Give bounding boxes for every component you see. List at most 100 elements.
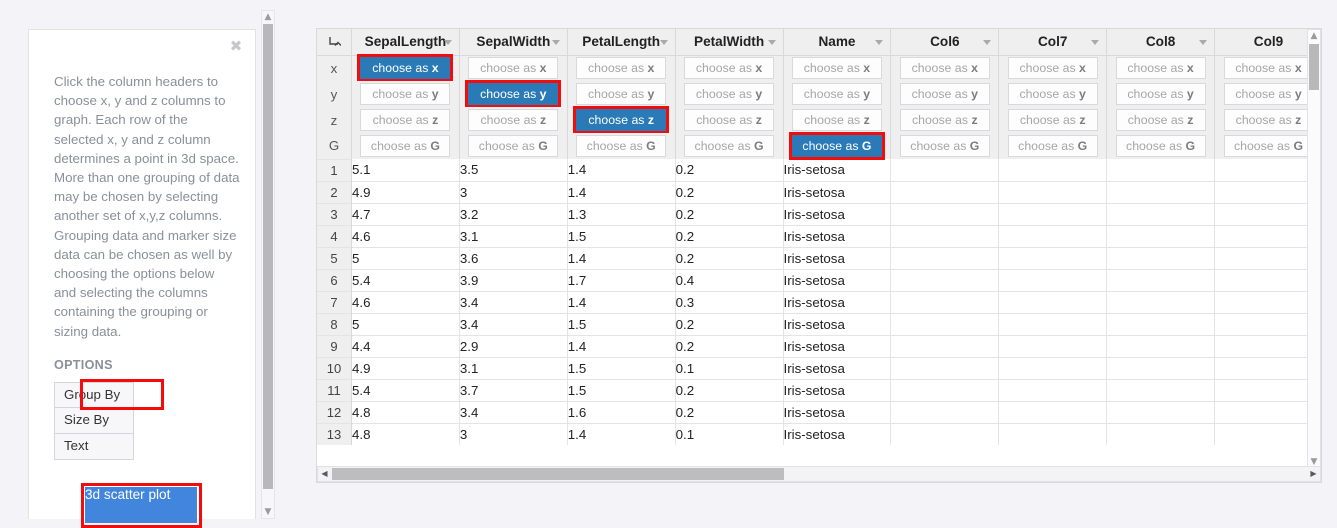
table-cell[interactable]: 4.9 [351, 356, 460, 379]
table-cell[interactable] [998, 400, 1108, 423]
choose-as-x-button-sepalwidth[interactable]: choose as x [468, 57, 559, 80]
table-cell[interactable] [890, 159, 1000, 181]
table-cell[interactable]: 1.7 [567, 268, 676, 291]
table-cell[interactable] [1214, 378, 1321, 401]
table-cell[interactable] [998, 422, 1108, 445]
table-row[interactable]: 10 4.9 3.1 1.5 0.1 Iris-setosa [317, 356, 1321, 379]
chevron-down-icon[interactable] [551, 39, 560, 45]
table-cell[interactable] [1214, 400, 1321, 423]
table-row[interactable]: 12 4.8 3.4 1.6 0.2 Iris-setosa [317, 400, 1321, 423]
chevron-down-icon[interactable] [767, 39, 776, 45]
scrollbar-thumb[interactable] [332, 468, 784, 480]
choose-as-x-button-col8[interactable]: choose as x [1115, 57, 1206, 80]
table-cell[interactable] [890, 224, 1000, 247]
table-cell[interactable] [1214, 422, 1321, 445]
table-cell[interactable] [998, 378, 1108, 401]
table-cell[interactable]: 0.2 [675, 400, 784, 423]
table-cell[interactable] [1214, 246, 1321, 269]
table-cell[interactable] [1214, 290, 1321, 313]
table-cell[interactable]: 0.3 [675, 290, 784, 313]
table-cell[interactable] [1106, 246, 1216, 269]
table-cell[interactable]: 0.4 [675, 268, 784, 291]
scrollbar-thumb[interactable] [263, 24, 273, 489]
choose-as-G-button-col7[interactable]: choose as G [1007, 135, 1098, 157]
table-cell[interactable]: 3.6 [459, 246, 568, 269]
table-row[interactable]: 1 5.1 3.5 1.4 0.2 Iris-setosa [317, 158, 1321, 181]
table-cell[interactable]: 3.4 [459, 312, 568, 335]
table-cell[interactable] [998, 180, 1108, 203]
table-cell[interactable] [1106, 159, 1216, 181]
choose-as-G-button-petallength[interactable]: choose as G [576, 135, 667, 157]
choose-as-x-button-col6[interactable]: choose as x [899, 57, 990, 80]
table-cell[interactable] [1214, 268, 1321, 291]
choose-as-G-button-sepalwidth[interactable]: choose as G [468, 135, 559, 157]
table-cell[interactable]: 1.5 [567, 356, 676, 379]
table-cell[interactable] [890, 202, 1000, 225]
choose-as-z-button-sepalwidth[interactable]: choose as z [468, 109, 559, 131]
column-header-petallength[interactable]: PetalLength [567, 29, 676, 56]
column-header-sepalwidth[interactable]: SepalWidth [459, 29, 568, 56]
choose-as-G-button-col6[interactable]: choose as G [899, 135, 990, 157]
choose-as-y-button-col9[interactable]: choose as y [1223, 83, 1314, 105]
instructions-panel-scrollbar[interactable]: ▲ ▼ [261, 10, 275, 519]
choose-as-x-button-sepallength[interactable]: choose as x [360, 57, 451, 80]
table-cell[interactable]: 3.7 [459, 378, 568, 401]
table-cell[interactable] [1214, 312, 1321, 335]
column-header-col6[interactable]: Col6 [890, 29, 1000, 56]
table-cell[interactable] [890, 422, 1000, 445]
table-cell[interactable] [1214, 202, 1321, 225]
table-cell[interactable]: Iris-setosa [783, 268, 892, 291]
option-size-by[interactable]: Size By [54, 408, 134, 434]
option-group-by[interactable]: Group By [54, 382, 134, 408]
table-cell[interactable]: Iris-setosa [783, 202, 892, 225]
table-cell[interactable] [998, 312, 1108, 335]
choose-as-x-button-col9[interactable]: choose as x [1223, 57, 1314, 80]
choose-as-y-button-petallength[interactable]: choose as y [576, 83, 667, 105]
choose-as-y-button-col7[interactable]: choose as y [1007, 83, 1098, 105]
table-cell[interactable]: Iris-setosa [783, 356, 892, 379]
column-header-col9[interactable]: Col9 [1214, 29, 1321, 56]
table-cell[interactable] [1106, 224, 1216, 247]
close-icon[interactable]: ✖ [228, 38, 244, 54]
table-cell[interactable]: Iris-setosa [783, 224, 892, 247]
choose-as-z-button-col6[interactable]: choose as z [899, 109, 990, 131]
table-cell[interactable] [998, 224, 1108, 247]
table-cell[interactable] [890, 378, 1000, 401]
option-text[interactable]: Text [54, 434, 134, 460]
table-cell[interactable]: 2.9 [459, 334, 568, 357]
table-cell[interactable]: 3.4 [459, 290, 568, 313]
table-cell[interactable]: 3.9 [459, 268, 568, 291]
table-cell[interactable]: 1.4 [567, 180, 676, 203]
choose-as-x-button-petallength[interactable]: choose as x [576, 57, 667, 80]
choose-as-G-button-name[interactable]: choose as G [791, 135, 882, 157]
table-cell[interactable] [890, 268, 1000, 291]
3d-scatter-plot-button[interactable]: 3d scatter plot [85, 487, 197, 523]
choose-as-G-button-col8[interactable]: choose as G [1115, 135, 1206, 157]
table-cell[interactable]: 0.2 [675, 246, 784, 269]
table-cell[interactable]: 0.2 [675, 180, 784, 203]
choose-as-x-button-name[interactable]: choose as x [791, 57, 882, 80]
choose-as-G-button-petalwidth[interactable]: choose as G [684, 135, 775, 157]
scrollbar-thumb[interactable] [1309, 44, 1319, 90]
table-cell[interactable] [1106, 400, 1216, 423]
table-cell[interactable]: 0.2 [675, 224, 784, 247]
table-row[interactable]: 6 5.4 3.9 1.7 0.4 Iris-setosa [317, 268, 1321, 291]
table-cell[interactable]: Iris-setosa [783, 246, 892, 269]
table-cell[interactable]: 4.6 [351, 290, 460, 313]
choose-as-y-button-sepallength[interactable]: choose as y [360, 83, 451, 105]
table-cell[interactable]: 5.4 [351, 268, 460, 291]
scroll-up-icon[interactable]: ▲ [262, 11, 274, 23]
choose-as-z-button-col8[interactable]: choose as z [1115, 109, 1206, 131]
choose-as-x-button-col7[interactable]: choose as x [1007, 57, 1098, 80]
chevron-down-icon[interactable] [875, 39, 884, 45]
choose-as-G-button-col9[interactable]: choose as G [1223, 135, 1314, 157]
table-cell[interactable] [998, 268, 1108, 291]
table-row[interactable]: 11 5.4 3.7 1.5 0.2 Iris-setosa [317, 378, 1321, 401]
scroll-up-icon[interactable]: ▲ [1308, 30, 1320, 43]
choose-as-y-button-col6[interactable]: choose as y [899, 83, 990, 105]
table-cell[interactable]: Iris-setosa [783, 290, 892, 313]
table-cell[interactable]: 0.1 [675, 356, 784, 379]
table-cell[interactable] [1214, 180, 1321, 203]
table-cell[interactable]: 1.4 [567, 159, 676, 181]
table-cell[interactable]: 0.1 [675, 422, 784, 445]
